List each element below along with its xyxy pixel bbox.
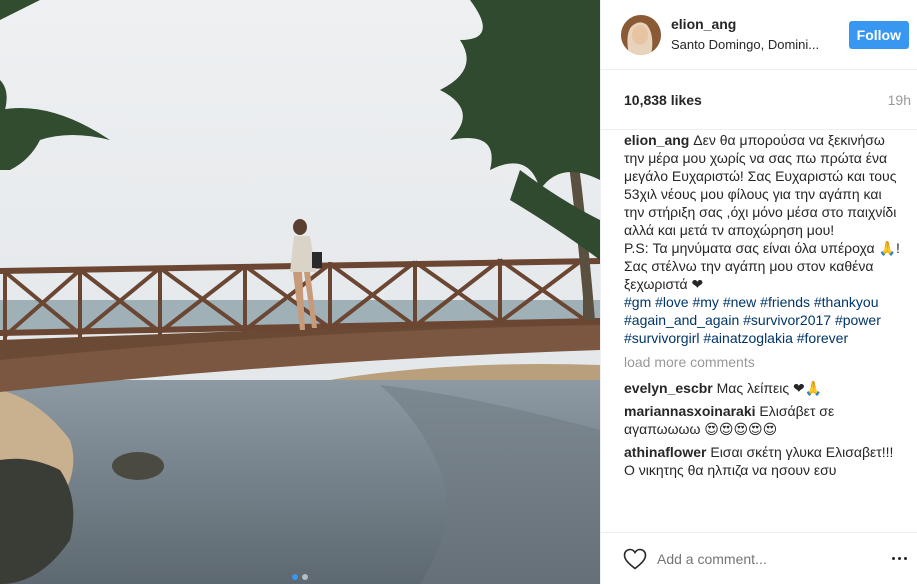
more-dot (897, 557, 901, 560)
likes-count[interactable]: 10,838 likes (624, 92, 702, 108)
add-comment-input[interactable] (657, 543, 889, 574)
carousel-indicator (292, 574, 308, 580)
comments-section[interactable]: elion_ang Δεν θα μπορούσα να ξεκινήσω τη… (601, 131, 917, 532)
comment-text: Μας λείπεις ❤🙏 (716, 380, 823, 396)
comment-item: athinaflower Εισαι σκέτη γλυκα Ελισαβετ!… (624, 443, 903, 479)
header-location[interactable]: Santo Domingo, Domini... (671, 36, 841, 54)
heart-icon[interactable] (623, 548, 647, 570)
more-dot (891, 557, 895, 560)
comment-item: mariannasxoinaraki Ελισάβετ σε αγαπωωωω … (624, 402, 903, 438)
caption-username[interactable]: elion_ang (624, 132, 689, 148)
comment-username[interactable]: athinaflower (624, 444, 706, 460)
header-username[interactable]: elion_ang (671, 15, 849, 33)
comment-username[interactable]: evelyn_escbr (624, 380, 713, 396)
post-header: elion_ang Santo Domingo, Domini... Follo… (601, 0, 917, 70)
header-info: elion_ang Santo Domingo, Domini... (671, 15, 849, 54)
more-dot (903, 557, 907, 560)
comment-bar (601, 532, 917, 584)
comment-item: evelyn_escbr Μας λείπεις ❤🙏 (624, 379, 903, 397)
comment-username[interactable]: mariannasxoinaraki (624, 403, 756, 419)
avatar-image (621, 14, 661, 55)
load-more-comments-link[interactable]: load more comments (624, 353, 903, 371)
follow-button[interactable]: Follow (848, 20, 909, 49)
post-sidebar: elion_ang Santo Domingo, Domini... Follo… (600, 0, 917, 584)
caption: elion_ang Δεν θα μπορούσα να ξεκινήσω τη… (624, 131, 903, 347)
post-meta: 10,838 likes 19h (601, 70, 917, 130)
photo-image (0, 0, 600, 584)
caption-hashtags[interactable]: #gm #love #my #new #friends #thankyou #a… (624, 293, 903, 347)
carousel-dot (302, 574, 308, 580)
caption-text: Δεν θα μπορούσα να ξεκινήσω την μέρα μου… (624, 132, 900, 292)
more-options-icon[interactable] (889, 549, 909, 569)
post-time[interactable]: 19h (888, 92, 911, 108)
avatar[interactable] (621, 14, 661, 55)
post-photo[interactable] (0, 0, 600, 584)
carousel-dot-active (292, 574, 298, 580)
